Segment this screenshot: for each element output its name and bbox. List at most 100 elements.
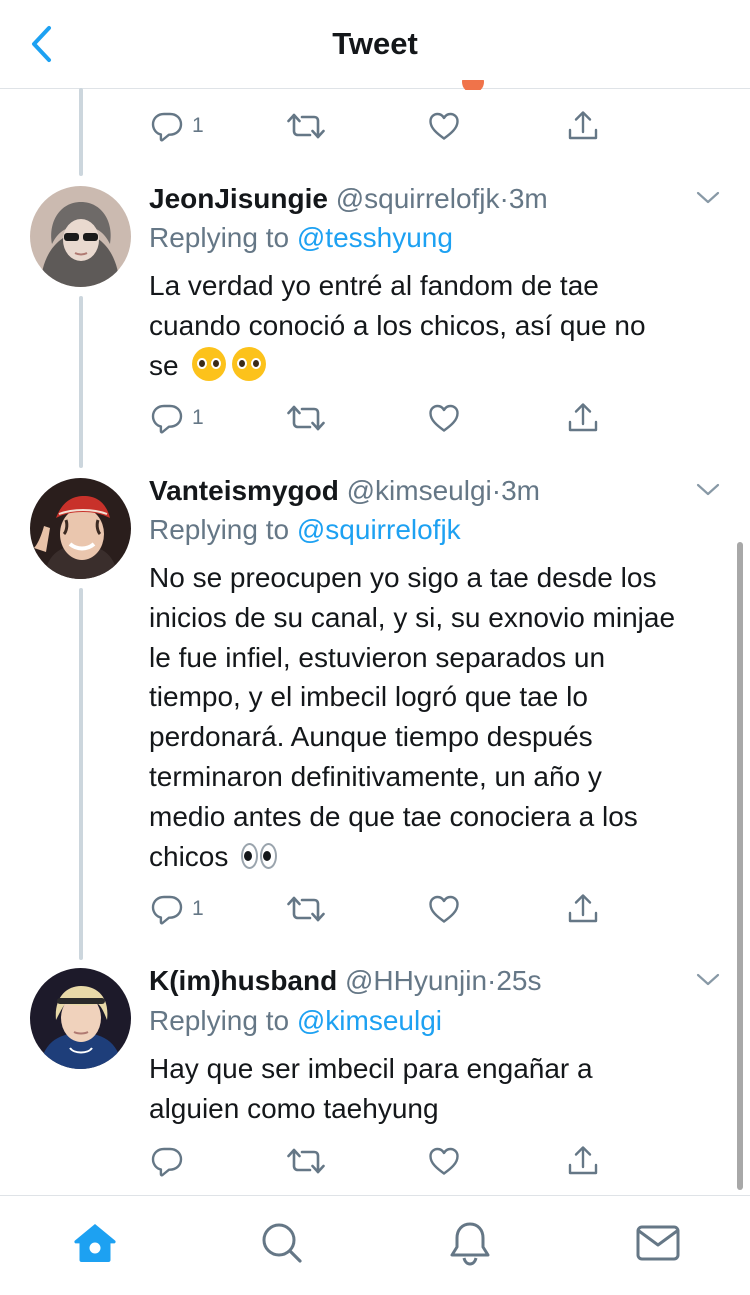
tweet-text-line: perdonará. Aunque tiempo después [149, 721, 593, 753]
tweet-text: No se preocupen yo sigo a tae desde los … [149, 558, 729, 876]
eyes-emoji [240, 841, 280, 871]
retweet-button[interactable] [286, 398, 326, 438]
share-button[interactable] [566, 106, 600, 146]
tweet-text-fragment: se [149, 349, 179, 381]
tweet-actions: 1 [150, 398, 610, 438]
reply-count: 1 [192, 406, 204, 429]
like-button[interactable] [427, 1141, 461, 1181]
chevron-down-icon[interactable] [694, 476, 722, 504]
timestamp: 3m [508, 183, 548, 214]
replying-to-label: Replying to [149, 514, 290, 545]
reply-icon [150, 892, 184, 926]
reply-icon [150, 1144, 184, 1178]
mail-icon [636, 1225, 680, 1261]
tweet-text-line: inicios de su canal, y si, su exnovio mi… [149, 601, 676, 633]
tweet-text-line: Hay que ser imbecil para engañar a [149, 1053, 593, 1084]
tweet-text-line: chicos [149, 837, 729, 877]
avatar-image [30, 478, 131, 579]
tweet-actions [150, 1141, 610, 1181]
heart-icon [427, 1144, 461, 1178]
reply-button[interactable]: 1 [150, 889, 204, 929]
avatar[interactable] [30, 968, 131, 1069]
separator: · [487, 965, 497, 996]
user-handle: @squirrelofjk [335, 183, 500, 214]
tweet-text: Hay que ser imbecil para engañar a algui… [149, 1049, 729, 1129]
thread-connector [79, 296, 83, 468]
mention-link[interactable]: @kimseulgi [297, 1005, 442, 1036]
retweet-button[interactable] [286, 889, 326, 929]
share-icon [566, 1144, 600, 1178]
like-button[interactable] [427, 106, 461, 146]
pleading-face-emoji [192, 346, 227, 381]
display-name[interactable]: K(im)husband [149, 965, 337, 996]
reply-button[interactable]: 1 [150, 106, 204, 146]
retweet-icon [286, 1144, 326, 1178]
like-button[interactable] [427, 889, 461, 929]
share-button[interactable] [566, 398, 600, 438]
tweet-text-line: cuando conoció a los chicos, así que no [149, 309, 646, 341]
reply-count: 1 [192, 114, 204, 137]
mention-link[interactable]: @squirrelofjk [297, 514, 461, 545]
avatar-image [30, 186, 131, 287]
tweet-actions: 1 [150, 889, 610, 929]
thread-connector [79, 588, 83, 960]
display-name[interactable]: Vanteismygod [149, 475, 339, 506]
replying-to: Replying to @tesshyung [149, 220, 453, 256]
scrollbar[interactable] [737, 542, 743, 1190]
share-icon [566, 892, 600, 926]
user-handle: @kimseulgi [346, 475, 492, 506]
tab-notifications[interactable] [445, 1218, 495, 1268]
previous-tweet-emoji-peek [462, 80, 542, 90]
chevron-down-icon[interactable] [694, 966, 722, 994]
display-name[interactable]: JeonJisungie [149, 183, 328, 214]
replying-to-label: Replying to [149, 222, 290, 253]
avatar[interactable] [30, 186, 131, 287]
tweet-header: JeonJisungie @squirrelofjk·3m [149, 181, 548, 217]
reply-count: 1 [192, 897, 204, 920]
navigation-header: Tweet [0, 0, 750, 89]
retweet-icon [286, 401, 326, 435]
heart-icon [427, 892, 461, 926]
retweet-button[interactable] [286, 1141, 326, 1181]
separator: · [499, 183, 509, 214]
reply-icon [150, 109, 184, 143]
retweet-button[interactable] [286, 106, 326, 146]
pleading-face-emoji [232, 346, 267, 381]
tweet-text-line: se [149, 346, 729, 386]
heart-icon [427, 109, 461, 143]
bottom-tab-bar [0, 1195, 750, 1295]
replying-to-label: Replying to [149, 1005, 290, 1036]
like-button[interactable] [427, 398, 461, 438]
tweet-header: K(im)husband @HHyunjin·25s [149, 963, 542, 999]
mention-link[interactable]: @tesshyung [297, 222, 453, 253]
replying-to: Replying to @squirrelofjk [149, 512, 461, 548]
share-icon [566, 109, 600, 143]
previous-tweet-actions: 1 [150, 106, 610, 146]
replying-to: Replying to @kimseulgi [149, 1003, 442, 1039]
share-button[interactable] [566, 1141, 600, 1181]
tweet-text-line: tiempo, y el imbecil logró que tae lo [149, 681, 588, 713]
reply-button[interactable]: 1 [150, 398, 204, 438]
retweet-icon [286, 892, 326, 926]
search-icon [262, 1223, 302, 1263]
chevron-down-icon[interactable] [694, 184, 722, 212]
tab-search[interactable] [257, 1218, 307, 1268]
tweet-text-line: le fue infiel, estuvieron separados un [149, 641, 606, 673]
home-icon [74, 1224, 116, 1262]
timestamp: 25s [496, 965, 542, 996]
tweet-header: Vanteismygod @kimseulgi·3m [149, 473, 540, 509]
tweet-text-fragment: chicos [149, 840, 229, 872]
tweet-text-line: alguien como taehyung [149, 1092, 439, 1124]
thread-connector [79, 88, 83, 176]
tweet-text: La verdad yo entré al fandom de tae cuan… [149, 266, 729, 385]
tab-home[interactable] [70, 1218, 120, 1268]
separator: · [491, 475, 502, 506]
share-icon [566, 401, 600, 435]
tab-messages[interactable] [633, 1218, 683, 1268]
page-title: Tweet [332, 26, 418, 61]
reply-button[interactable] [150, 1141, 184, 1181]
share-button[interactable] [566, 889, 600, 929]
avatar[interactable] [30, 478, 131, 579]
timestamp: 3m [501, 475, 540, 506]
avatar-image [30, 968, 131, 1069]
